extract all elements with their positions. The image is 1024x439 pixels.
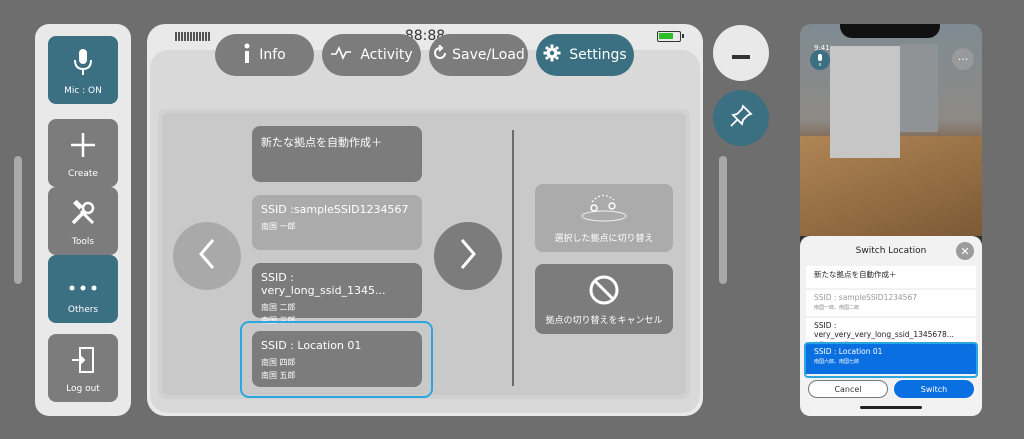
switch-location-label: 選択した拠点に切り替え <box>554 234 654 244</box>
home-indicator <box>860 406 922 409</box>
left-toolbar: Mic : ON Create Tools Others Log out <box>35 24 131 416</box>
others-label: Others <box>67 305 99 315</box>
info-icon <box>243 43 251 67</box>
refresh-icon <box>432 44 448 65</box>
more-dots-icon <box>68 277 98 296</box>
next-page-button[interactable] <box>434 222 502 290</box>
create-label: Create <box>68 169 98 179</box>
auto-create-location-button[interactable]: 新たな拠点を自動作成＋ <box>252 126 422 182</box>
tab-activity[interactable]: Activity <box>322 34 421 76</box>
location-member: 南国 二郎 <box>261 303 296 312</box>
more-dots-icon: ··· <box>957 52 969 66</box>
sheet-cancel-button[interactable]: Cancel <box>808 380 888 398</box>
phone-more-button[interactable]: ··· <box>952 48 974 70</box>
sheet-switch-button[interactable]: Switch <box>894 380 974 398</box>
tab-info[interactable]: Info <box>215 34 314 76</box>
sheet-title: Switch Location <box>855 246 927 256</box>
switch-location-button[interactable]: 選択した拠点に切り替え <box>535 184 673 252</box>
prev-page-button[interactable] <box>173 222 241 290</box>
battery-icon <box>657 31 684 42</box>
auto-create-label: 新たな拠点を自動作成＋ <box>261 136 382 149</box>
tab-settings[interactable]: Settings <box>536 34 634 76</box>
microphone-icon <box>72 48 94 80</box>
sheet-selection-outline <box>804 342 978 378</box>
pin-button[interactable] <box>713 90 769 146</box>
tab-info-label: Info <box>259 47 286 63</box>
logout-label: Log out <box>66 384 100 394</box>
switch-location-icon <box>578 192 630 226</box>
sheet-row: SSID : sampleSSID1234567 南国一郎、南国二郎 <box>806 290 976 316</box>
mic-label: Mic : ON <box>64 86 102 96</box>
tools-button[interactable]: Tools <box>48 187 118 255</box>
tab-activity-label: Activity <box>360 47 413 63</box>
phone-notch <box>840 24 940 38</box>
tools-label: Tools <box>71 237 95 247</box>
sheet-row[interactable]: 新たな拠点を自動作成＋ <box>806 266 976 288</box>
close-icon: ✕ <box>960 244 970 258</box>
tab-save-load[interactable]: Save/Load <box>429 34 528 76</box>
location-item[interactable]: SSID : very_long_ssid_1345... 南国 二郎 南国 三… <box>252 263 422 325</box>
sheet-row-title: SSID : sampleSSID1234567 <box>814 293 917 302</box>
sheet-row-title: SSID : very_very_very_long_ssid_1345678.… <box>814 321 954 339</box>
right-scroll-handle[interactable] <box>719 156 727 284</box>
minimize-button[interactable] <box>713 25 769 81</box>
plus-icon <box>69 131 97 163</box>
tab-settings-label: Settings <box>569 47 627 63</box>
location-item: SSID :sampleSSID1234567 南国 一郎 <box>252 195 422 250</box>
create-button[interactable]: Create <box>48 119 118 187</box>
gear-icon <box>543 44 561 66</box>
chevron-right-icon <box>458 237 478 275</box>
sheet-row-sub: 南国一郎、南国二郎 <box>814 305 860 311</box>
minus-icon <box>732 44 750 63</box>
logout-button[interactable]: Log out <box>48 334 118 402</box>
logout-icon <box>70 346 96 378</box>
sheet-close-button[interactable]: ✕ <box>956 242 974 260</box>
pin-icon <box>728 103 754 133</box>
cancel-switch-label: 拠点の切り替えをキャンセル <box>545 316 663 326</box>
microphone-icon <box>816 51 824 70</box>
tools-icon <box>69 199 97 231</box>
activity-icon <box>330 46 352 64</box>
sheet-row-title: 新たな拠点を自動作成＋ <box>814 270 897 279</box>
sheet-row[interactable]: SSID : very_very_very_long_ssid_1345678.… <box>806 318 976 348</box>
mic-button[interactable]: Mic : ON <box>48 36 118 104</box>
location-ssid: SSID : very_long_ssid_1345... <box>261 271 386 297</box>
location-member: 南国 一郎 <box>261 222 296 231</box>
tab-save-load-label: Save/Load <box>452 47 525 63</box>
left-scroll-handle[interactable] <box>14 156 22 284</box>
prohibit-icon <box>588 274 620 310</box>
selection-outline <box>240 321 433 398</box>
phone-mic-button[interactable] <box>810 50 830 70</box>
chevron-left-icon <box>197 237 217 275</box>
others-button[interactable]: Others <box>48 255 118 323</box>
panel-divider <box>512 130 514 386</box>
location-ssid: SSID :sampleSSID1234567 <box>261 203 409 216</box>
cancel-switch-button[interactable]: 拠点の切り替えをキャンセル <box>535 264 673 334</box>
